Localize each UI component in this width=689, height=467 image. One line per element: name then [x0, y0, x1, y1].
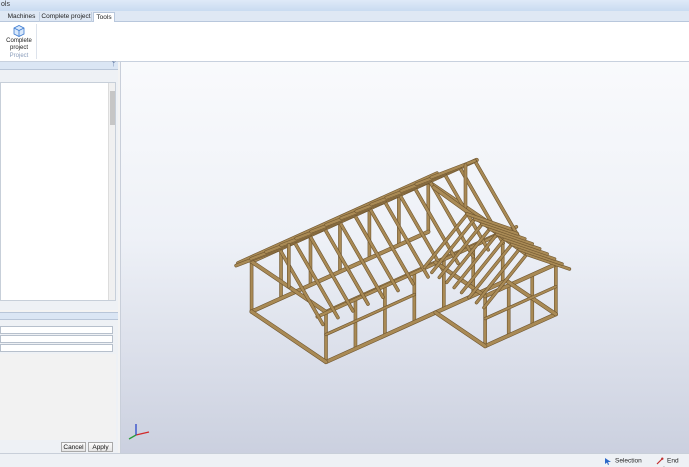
- sill-beam: [434, 311, 487, 348]
- tree-scrollbar[interactable]: [108, 83, 115, 300]
- tab-complete-project[interactable]: Complete project: [41, 12, 92, 22]
- cancel-button[interactable]: Cancel: [61, 442, 86, 452]
- rafter: [353, 213, 400, 292]
- property-field-1[interactable]: [0, 326, 113, 334]
- complete-project-label-line1: Complete: [6, 38, 32, 44]
- rafter: [323, 227, 370, 306]
- rafter: [338, 220, 385, 299]
- properties-panel-header: [0, 312, 118, 320]
- project-panel-header: ᛘ: [0, 61, 118, 70]
- tab-label: Tools: [96, 14, 112, 21]
- properties-panel: Cancel Apply: [0, 320, 118, 453]
- rafter: [398, 193, 445, 272]
- pin-icon[interactable]: ᛘ: [112, 61, 116, 68]
- window-title: ols: [1, 1, 10, 8]
- axis-triad-icon: [128, 424, 150, 440]
- complete-project-button[interactable]: Complete project: [3, 24, 35, 56]
- property-field-2[interactable]: [0, 335, 113, 343]
- apply-button[interactable]: Apply: [88, 442, 113, 452]
- properties-area: [0, 354, 116, 440]
- sill-beam: [250, 310, 328, 364]
- ribbon-group-label: Project: [9, 53, 29, 59]
- rafter: [475, 248, 521, 304]
- cube-icon: [13, 25, 25, 37]
- axis-x-icon: [135, 431, 150, 436]
- rafter: [368, 207, 415, 285]
- project-panel: [0, 70, 118, 310]
- tab-machines[interactable]: Machines: [4, 12, 40, 22]
- project-tree[interactable]: [0, 82, 116, 301]
- rafter: [308, 234, 355, 313]
- status-bar: Selection End poin: [0, 453, 689, 467]
- ribbon: Complete project Project: [0, 22, 689, 62]
- title-bar: ols: [0, 0, 689, 11]
- 3d-viewport[interactable]: [120, 62, 689, 453]
- ribbon-tab-row: Machines Complete project Tools: [0, 11, 689, 23]
- endpoint-snap[interactable]: End poin: [656, 457, 689, 467]
- tab-label: Complete project: [41, 13, 91, 20]
- ribbon-group-separator: [36, 24, 37, 59]
- rafter: [383, 200, 430, 279]
- sill-beam: [483, 312, 558, 348]
- cursor-arrow-icon: [605, 458, 611, 465]
- endpoint-icon: [656, 457, 664, 465]
- axis-y-icon: [128, 434, 137, 440]
- selection-mode[interactable]: Selection: [604, 457, 642, 466]
- scrollbar-thumb[interactable]: [110, 91, 115, 125]
- property-field-3[interactable]: [0, 344, 113, 352]
- complete-project-label-line2: project: [9, 44, 28, 51]
- timber-frame-model: [128, 157, 572, 440]
- rafter: [430, 159, 476, 179]
- tab-label: Machines: [7, 13, 36, 20]
- timber-frame: [234, 157, 572, 365]
- app-window: ols Machines Complete project Tools Comp…: [0, 0, 689, 467]
- selection-label: Selection: [615, 457, 642, 465]
